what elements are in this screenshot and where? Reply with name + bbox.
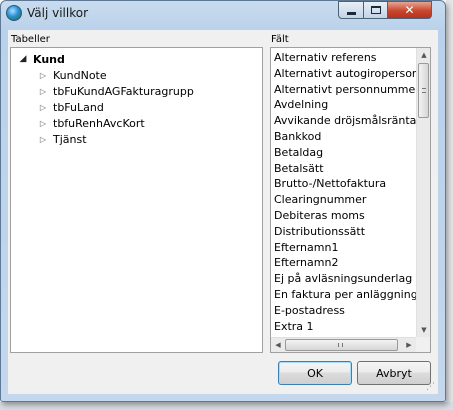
horizontal-scroll-thumb[interactable] [285, 339, 398, 351]
dialog-window: Välj villkor ✕ Tabeller Fält ◢ Kund ▷ Ku… [0, 0, 446, 402]
tables-tree[interactable]: ◢ Kund ▷ KundNote ▷ tbFuKundAGFakturagru… [10, 47, 263, 353]
resize-grip-icon[interactable]: ⋰ [426, 382, 436, 392]
list-item[interactable]: Betaldag [271, 145, 417, 161]
fields-label: Fält [271, 34, 289, 45]
close-icon: ✕ [404, 3, 415, 17]
list-item[interactable]: E-postadress [271, 303, 417, 319]
list-item[interactable]: Efternamn2 [271, 255, 417, 271]
tree-node-label: tbFuKundAGFakturagrupp [53, 84, 194, 98]
horizontal-scrollbar[interactable]: ◀ ▶ [271, 337, 430, 352]
scroll-left-arrow-icon[interactable]: ◀ [271, 338, 285, 352]
maximize-icon [370, 6, 381, 14]
background-strip-right [446, 0, 453, 402]
grip-icon [422, 88, 426, 93]
expand-arrow-icon[interactable]: ▷ [37, 103, 49, 112]
scroll-down-arrow-icon[interactable]: ▼ [417, 323, 430, 337]
tables-label: Tabeller [11, 34, 50, 45]
tree-node-child[interactable]: ▷ Tjänst [37, 131, 87, 147]
title-bar[interactable]: Välj villkor ✕ [1, 1, 445, 29]
list-item[interactable]: Alternativt autogiropersonn [271, 66, 417, 82]
collapse-arrow-icon[interactable]: ◢ [17, 54, 29, 64]
fields-list[interactable]: Alternativ referens Alternativt autogiro… [270, 47, 431, 353]
tree-node-label: KundNote [53, 68, 107, 82]
tree-node-label: Kund [33, 52, 65, 66]
list-item[interactable]: Bankkod [271, 129, 417, 145]
list-item[interactable]: Betalsätt [271, 161, 417, 177]
minimize-icon [346, 11, 356, 15]
list-item[interactable]: Debiteras moms [271, 208, 417, 224]
expand-arrow-icon[interactable]: ▷ [37, 135, 49, 144]
fields-list-items: Alternativ referens Alternativt autogiro… [271, 50, 417, 336]
scroll-up-arrow-icon[interactable]: ▲ [417, 48, 430, 62]
ok-button[interactable]: OK [278, 361, 352, 385]
vertical-scrollbar[interactable]: ▲ ▼ [416, 48, 430, 337]
close-button[interactable]: ✕ [387, 1, 432, 19]
expand-arrow-icon[interactable]: ▷ [37, 87, 49, 96]
minimize-button[interactable] [338, 1, 364, 19]
tree-node-child[interactable]: ▷ tbfuRenhAvcKort [37, 115, 145, 131]
list-item[interactable]: Alternativ referens [271, 50, 417, 66]
grip-icon [338, 343, 343, 347]
list-item[interactable]: Distributionssätt [271, 224, 417, 240]
list-item[interactable]: Extra 1 [271, 319, 417, 335]
tree-node-label: tbFuLand [53, 100, 104, 114]
list-item[interactable]: Avvikande dröjsmålsränta [271, 113, 417, 129]
list-item[interactable]: Clearingnummer [271, 192, 417, 208]
list-item[interactable]: Brutto-/Nettofaktura [271, 176, 417, 192]
window-title: Välj villkor [27, 6, 89, 20]
scroll-right-arrow-icon[interactable]: ▶ [402, 338, 416, 352]
background-strip-bottom [0, 402, 453, 410]
tree-node-root[interactable]: ◢ Kund [17, 51, 65, 67]
list-item[interactable]: En faktura per anläggning [271, 287, 417, 303]
tree-node-child[interactable]: ▷ tbFuKundAGFakturagrupp [37, 83, 194, 99]
list-item[interactable]: Avdelning [271, 97, 417, 113]
app-globe-icon [6, 5, 22, 21]
tree-node-child[interactable]: ▷ tbFuLand [37, 99, 104, 115]
expand-arrow-icon[interactable]: ▷ [37, 119, 49, 128]
scrollbar-corner [416, 337, 430, 352]
tree-node-label: tbfuRenhAvcKort [53, 116, 145, 130]
cancel-button[interactable]: Avbryt [357, 361, 431, 385]
tree-node-label: Tjänst [53, 132, 87, 146]
maximize-button[interactable] [363, 1, 388, 19]
dialog-client-area: Tabeller Fält ◢ Kund ▷ KundNote ▷ tbFuKu… [8, 30, 438, 394]
list-item[interactable]: Alternativt personnummer a [271, 82, 417, 98]
tree-node-child[interactable]: ▷ KundNote [37, 67, 107, 83]
list-item[interactable]: Efternamn1 [271, 240, 417, 256]
list-item[interactable]: Ej på avläsningsunderlag [271, 271, 417, 287]
vertical-scroll-thumb[interactable] [418, 63, 429, 118]
expand-arrow-icon[interactable]: ▷ [37, 71, 49, 80]
